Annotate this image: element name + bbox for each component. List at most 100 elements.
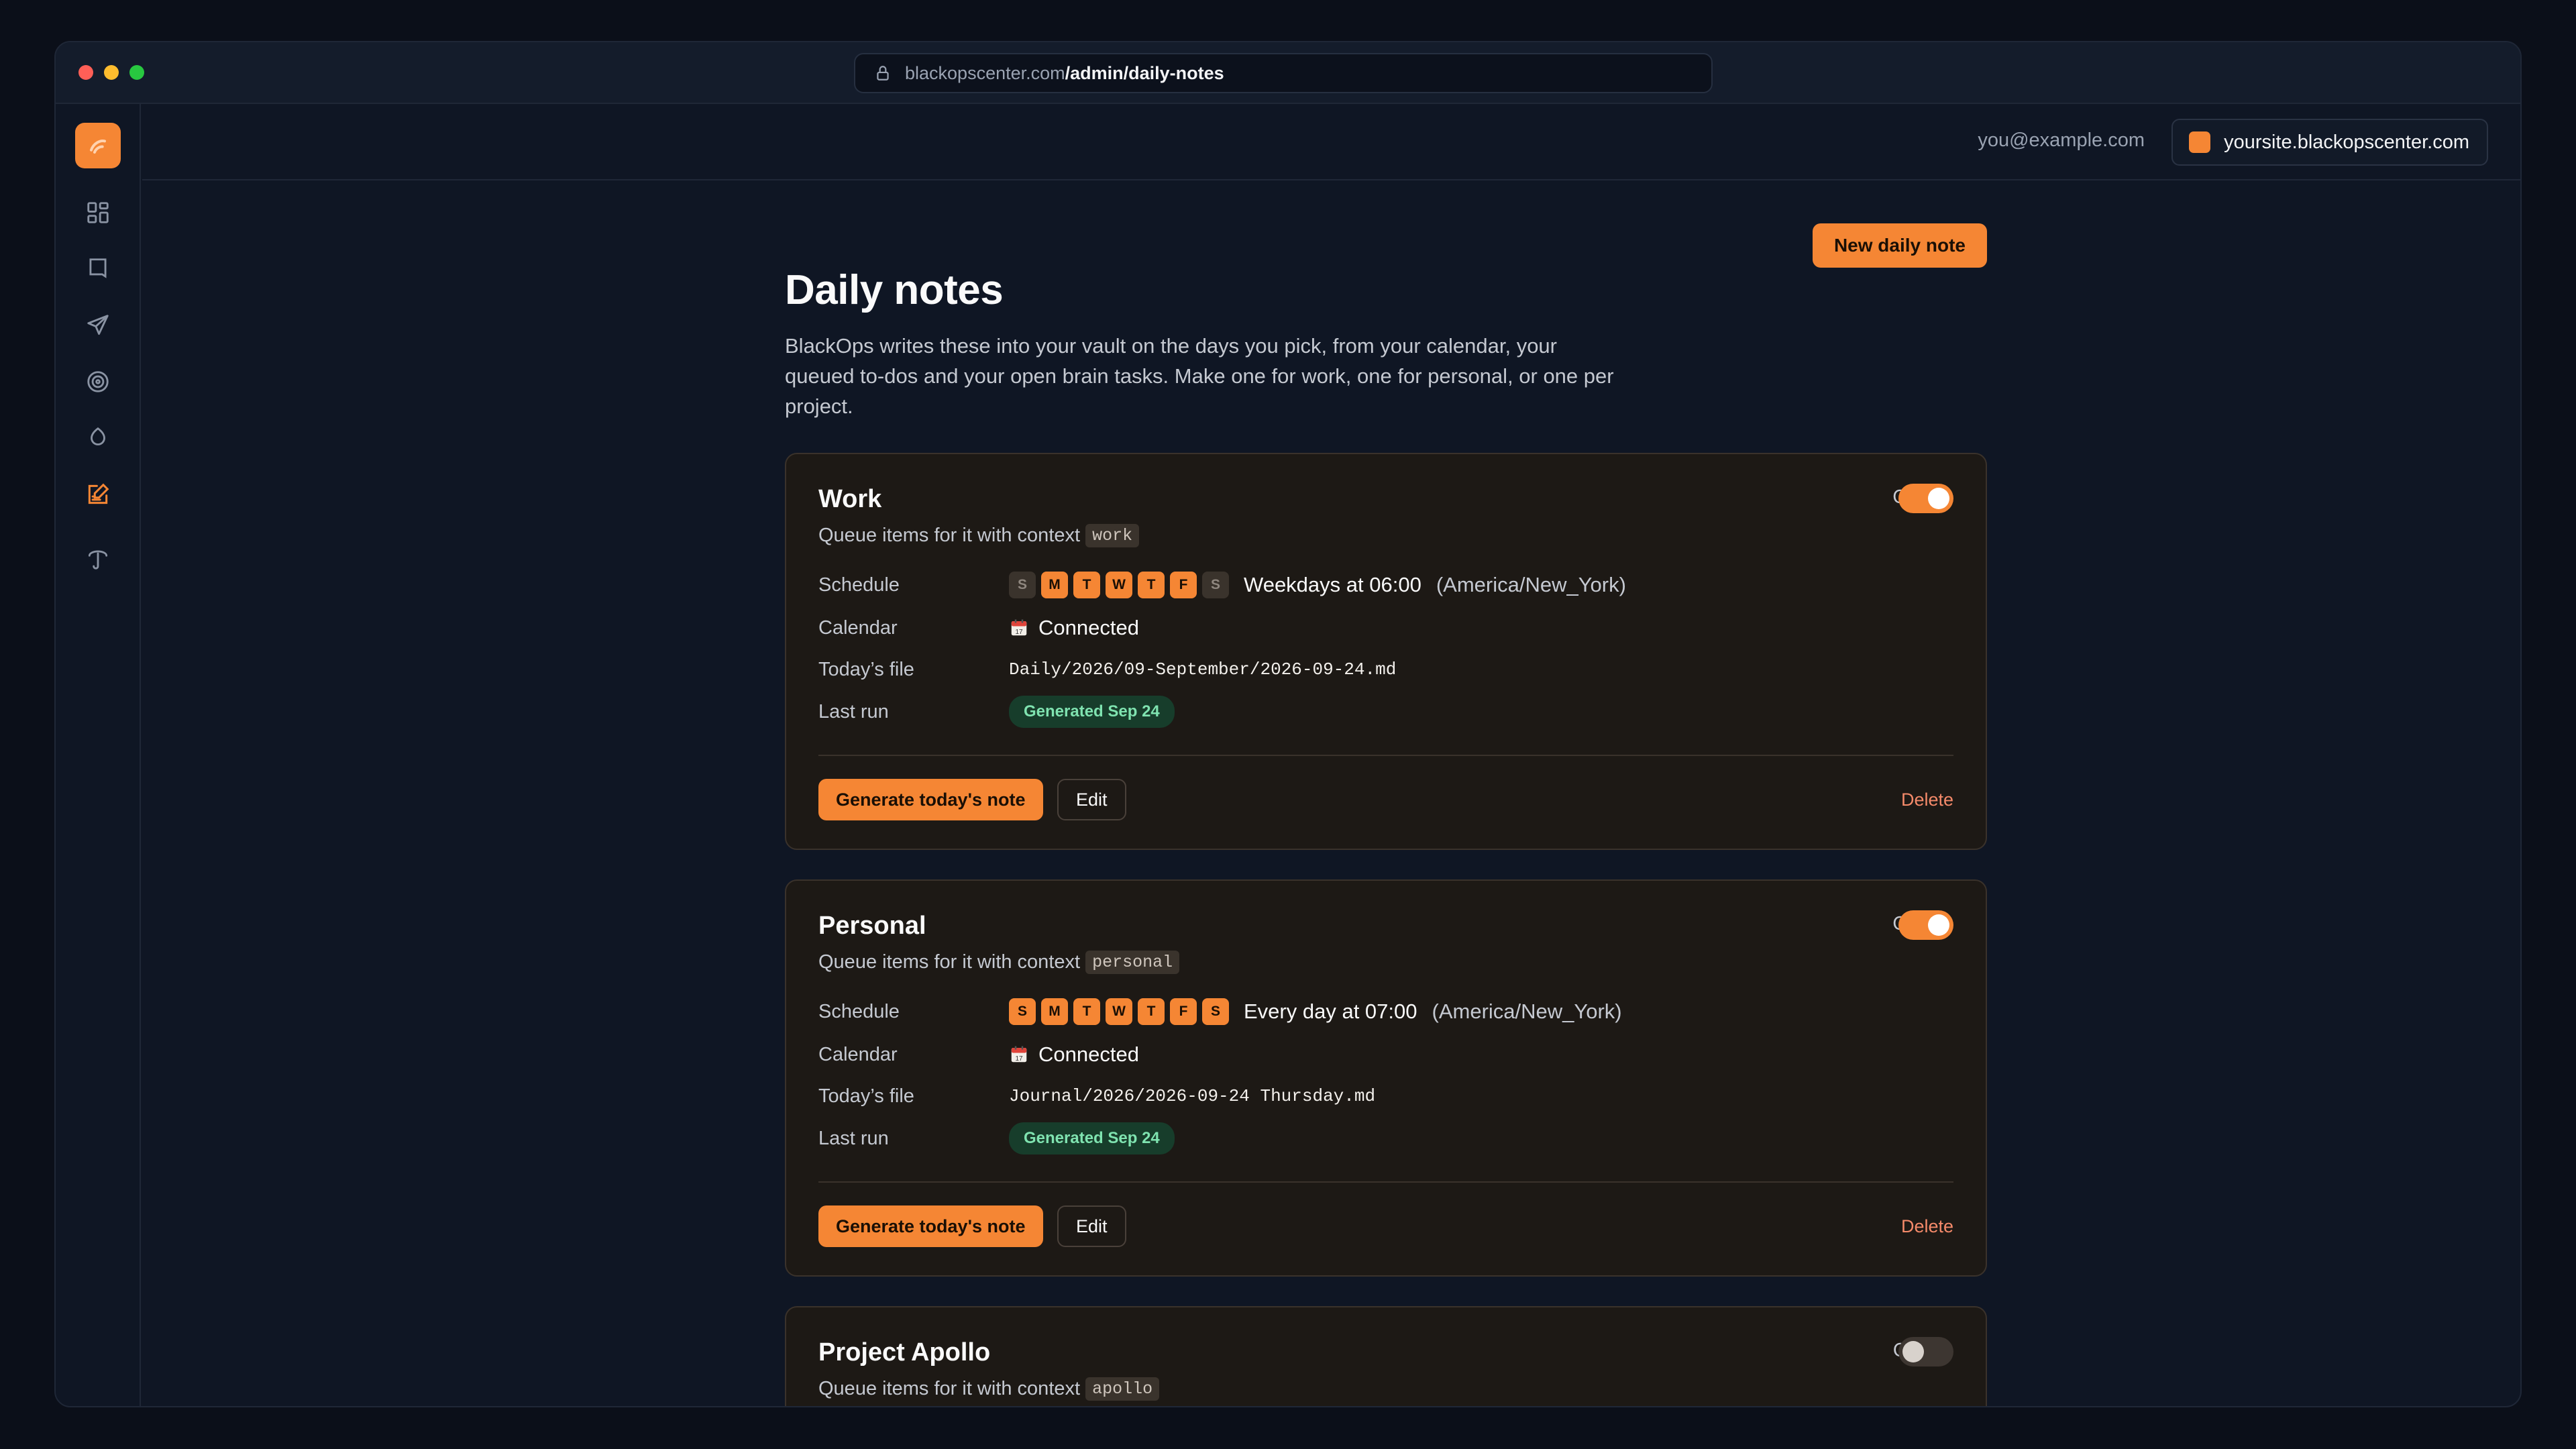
sidebar-item-brain[interactable] [83, 423, 113, 453]
notebook-icon [89, 258, 107, 278]
context-prefix: Queue items for it with context [818, 525, 1081, 546]
sidebar-item-goals[interactable] [83, 367, 113, 396]
delete-button[interactable]: Delete [1901, 1205, 1953, 1247]
card-title: Work [818, 485, 882, 513]
address-bar[interactable]: blackopscenter.com/admin/daily-notes [854, 53, 1713, 93]
day-chip[interactable]: S [1009, 572, 1036, 598]
top-bar: you@example.com yoursite.blackopscenter.… [142, 104, 2520, 180]
delete-button[interactable]: Delete [1901, 779, 1953, 820]
toggle-knob [1902, 1341, 1924, 1362]
edit-button[interactable]: Edit [1057, 779, 1126, 820]
close-window-button[interactable] [78, 65, 93, 80]
schedule-row: Schedule SMTWTFS Weekdays at 06:00 (Amer… [818, 572, 1626, 598]
minimize-window-button[interactable] [104, 65, 119, 80]
day-chip[interactable]: W [1106, 572, 1132, 598]
calendar-icon: 17 [1011, 1046, 1027, 1063]
umbrella-icon [88, 550, 108, 570]
file-path: Journal/2026/2026-09-24 Thursday.md [1009, 1086, 1376, 1106]
daily-note-card: Project Apollo Queue items for it with c… [785, 1306, 1987, 1406]
day-chip[interactable]: T [1138, 998, 1165, 1025]
new-daily-note-button[interactable]: New daily note [1812, 223, 1987, 268]
day-picker: SMTWTFS [1009, 572, 1229, 598]
calendar-label: Calendar [818, 1043, 898, 1065]
day-chip[interactable]: W [1106, 998, 1132, 1025]
status-badge: Generated Sep 24 [1009, 1122, 1175, 1155]
card-title: Personal [818, 912, 926, 940]
site-color-icon [2189, 131, 2211, 153]
url-path: /admin/daily-notes [1065, 62, 1224, 83]
last-run-label: Last run [818, 700, 889, 722]
last-run-row: Last run Generated Sep 24 [818, 1122, 1175, 1155]
file-label: Today’s file [818, 1085, 914, 1107]
day-chip[interactable]: M [1041, 998, 1068, 1025]
file-label: Today’s file [818, 658, 914, 680]
schedule-label: Schedule [818, 574, 900, 596]
day-chip[interactable]: F [1170, 572, 1197, 598]
sidebar-item-umbrella[interactable] [83, 544, 113, 574]
sidebar-item-daily-notes[interactable] [83, 480, 113, 509]
last-run-label: Last run [818, 1127, 889, 1149]
calendar-row: Calendar 17 Connected [818, 614, 1139, 641]
timezone-text: (America/New_York) [1436, 573, 1626, 596]
maximize-window-button[interactable] [129, 65, 144, 80]
browser-window: blackopscenter.com/admin/daily-notes you… [54, 41, 2522, 1407]
day-picker: SMTWTFS [1009, 998, 1229, 1025]
generate-note-button[interactable]: Generate today's note [818, 779, 1043, 820]
page-title: Daily notes [785, 267, 1004, 313]
schedule-text: Every day at 07:00 [1244, 1000, 1417, 1023]
context-tag: work [1085, 524, 1140, 547]
last-run-row: Last run Generated Sep 24 [818, 696, 1175, 728]
day-chip[interactable]: S [1202, 572, 1229, 598]
svg-text:17: 17 [1015, 1055, 1023, 1063]
enable-toggle[interactable] [1898, 484, 1953, 513]
enable-toggle[interactable] [1898, 910, 1953, 940]
toggle-knob [1928, 914, 1949, 936]
brain-icon [91, 427, 105, 445]
edit-note-icon [88, 483, 109, 504]
day-chip[interactable]: F [1170, 998, 1197, 1025]
timezone-text: (America/New_York) [1432, 1000, 1622, 1023]
context-tag: apollo [1085, 1377, 1160, 1401]
card-context-line: Queue items for it with context work [818, 524, 1140, 547]
card-divider [818, 1181, 1953, 1183]
day-chip[interactable]: T [1073, 998, 1100, 1025]
calendar-row: Calendar 17 Connected [818, 1041, 1139, 1068]
generate-note-button[interactable]: Generate today's note [818, 1205, 1043, 1247]
site-selector[interactable]: yoursite.blackopscenter.com [2171, 119, 2488, 166]
file-row: Today’s file Daily/2026/09-September/202… [818, 656, 1396, 683]
calendar-status-text: Connected [1038, 1042, 1139, 1066]
dashboard-icon [87, 202, 109, 223]
file-row: Today’s file Journal/2026/2026-09-24 Thu… [818, 1083, 1375, 1110]
schedule-text: Weekdays at 06:00 [1244, 573, 1421, 596]
context-prefix: Queue items for it with context [818, 951, 1081, 973]
day-chip[interactable]: S [1202, 998, 1229, 1025]
daily-note-card: Personal Queue items for it with context… [785, 879, 1987, 1277]
sidebar-item-send[interactable] [83, 311, 113, 340]
page-description: BlackOps writes these into your vault on… [785, 334, 1614, 418]
calendar-status: 17 Connected [1009, 616, 1139, 640]
card-divider [818, 755, 1953, 756]
context-tag: personal [1085, 951, 1180, 974]
schedule-label: Schedule [818, 1000, 900, 1022]
app-logo[interactable] [75, 123, 121, 168]
sidebar-item-notebook[interactable] [83, 254, 113, 284]
target-icon [87, 371, 109, 392]
sidebar-item-dashboard[interactable] [83, 198, 113, 227]
day-chip[interactable]: S [1009, 998, 1036, 1025]
site-name: yoursite.blackopscenter.com [2224, 131, 2469, 153]
calendar-status: 17 Connected [1009, 1042, 1139, 1067]
user-email: you@example.com [1978, 129, 2145, 151]
main-content: Daily notes New daily note BlackOps writ… [142, 182, 2520, 1406]
day-chip[interactable]: T [1138, 572, 1165, 598]
schedule-row: Schedule SMTWTFS Every day at 07:00 (Ame… [818, 998, 1622, 1025]
day-chip[interactable]: M [1041, 572, 1068, 598]
card-title: Project Apollo [818, 1338, 991, 1366]
card-context-line: Queue items for it with context personal [818, 951, 1180, 974]
toggle-knob [1928, 488, 1949, 509]
enable-toggle[interactable] [1898, 1337, 1953, 1366]
calendar-icon: 17 [1011, 619, 1027, 636]
edit-button[interactable]: Edit [1057, 1205, 1126, 1247]
day-chip[interactable]: T [1073, 572, 1100, 598]
status-badge: Generated Sep 24 [1009, 696, 1175, 728]
context-prefix: Queue items for it with context [818, 1378, 1081, 1399]
